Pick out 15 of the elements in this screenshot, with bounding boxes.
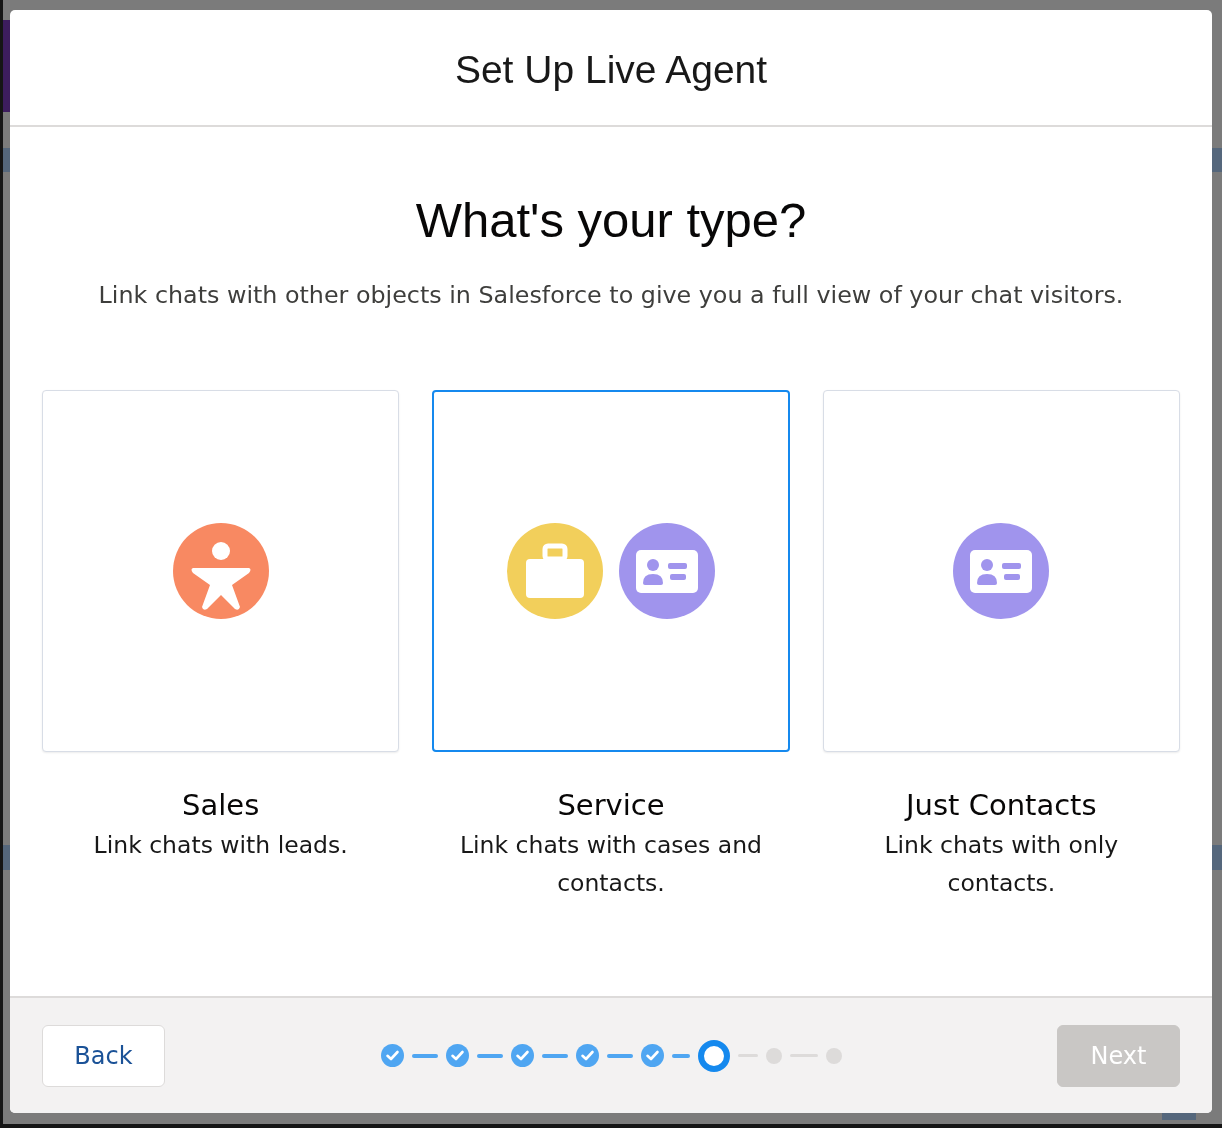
option-description: Link chats with cases and contacts.	[458, 830, 763, 899]
contact-card-icon	[619, 523, 715, 619]
option-description: Link chats with leads.	[93, 830, 348, 861]
option-title: Sales	[182, 787, 260, 823]
back-button[interactable]: Back	[42, 1024, 165, 1087]
contact-card-icon	[953, 523, 1050, 619]
person-icon	[172, 523, 269, 619]
option-title: Just Contacts	[906, 787, 1097, 823]
description: Link chats with other objects in Salesforce to give you a full view of your chat visitors.	[98, 280, 1124, 310]
option-title: Service	[557, 787, 665, 823]
option-description: Link chats with only contacts.	[883, 830, 1120, 899]
briefcase-icon	[507, 523, 603, 619]
option-card[interactable]	[432, 390, 790, 752]
modal-title: Set Up Live Agent	[454, 46, 768, 92]
heading: What's your type?	[415, 192, 807, 249]
